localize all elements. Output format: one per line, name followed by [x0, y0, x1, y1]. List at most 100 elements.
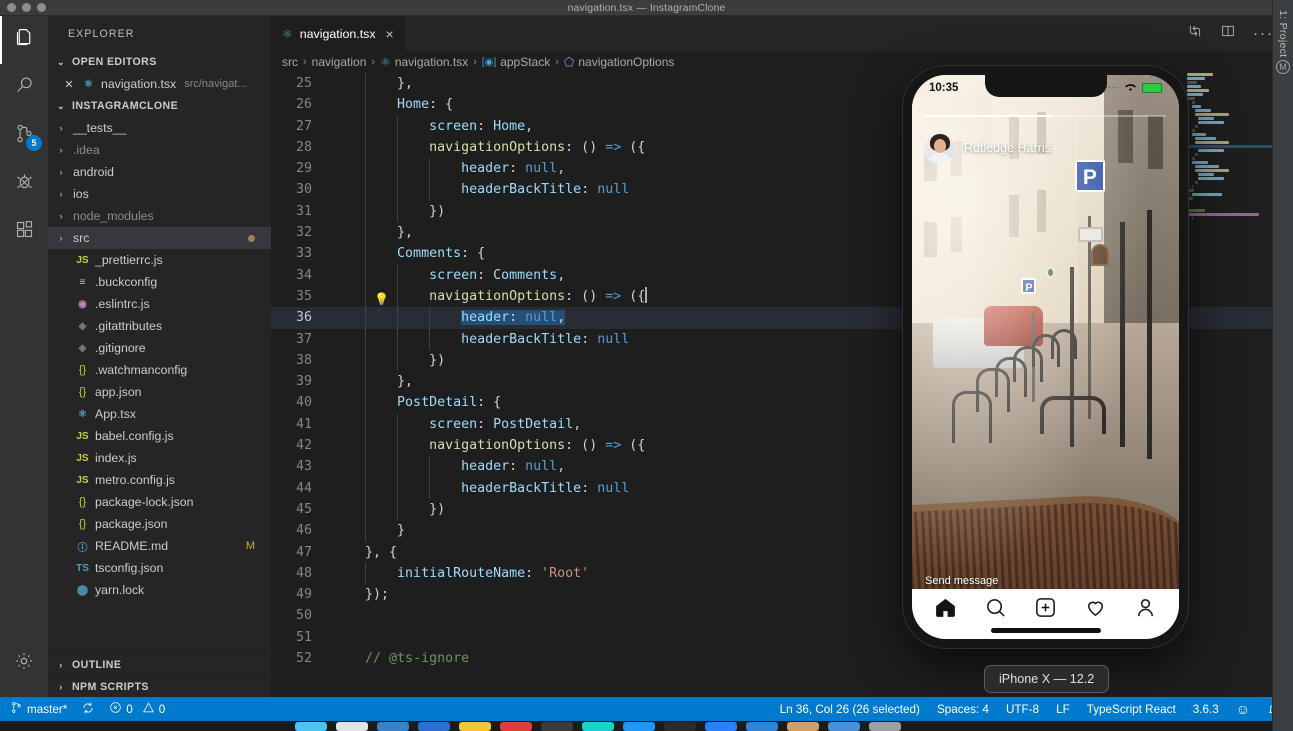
debug-icon — [14, 171, 35, 197]
send-message-input[interactable]: Send message — [925, 575, 998, 587]
dock-items[interactable] — [295, 722, 901, 731]
breadcrumb-item-navigationoptions[interactable]: ⬠navigationOptions — [564, 55, 675, 69]
breadcrumb-item-navigation[interactable]: navigation — [312, 55, 367, 69]
tree-item--idea[interactable]: ›.idea — [48, 139, 271, 161]
activity-bar-item-source-control[interactable]: 5 — [0, 112, 48, 160]
minimap-line — [1187, 97, 1195, 100]
tree-item-babel-config-js[interactable]: JSbabel.config.js — [48, 425, 271, 447]
avatar[interactable] — [925, 133, 955, 163]
person-icon[interactable] — [1134, 596, 1157, 624]
tree-item-android[interactable]: ›android — [48, 161, 271, 183]
dock-item[interactable] — [705, 722, 737, 731]
line-number: 45 — [271, 499, 333, 520]
minimap-line — [1192, 217, 1193, 220]
close-icon[interactable]: × — [386, 27, 394, 41]
tree-item--tests-[interactable]: ›__tests__ — [48, 117, 271, 139]
open-changes-icon[interactable] — [1187, 23, 1203, 44]
maven-icon[interactable]: M — [1276, 60, 1290, 74]
line-number: 47 — [271, 542, 333, 563]
indent-guide — [365, 329, 366, 350]
project-tool-label[interactable]: 1: Project — [1277, 10, 1289, 57]
status-eol[interactable]: LF — [1056, 703, 1070, 716]
dock-item[interactable] — [377, 722, 409, 731]
dock-item[interactable] — [295, 722, 327, 731]
open-editor-item[interactable]: ✕ ⚛ navigation.tsx src/navigat... — [48, 73, 271, 95]
tree-item-yarn-lock[interactable]: ⬤yarn.lock — [48, 579, 271, 601]
minimap[interactable] — [1183, 73, 1279, 673]
minimap-line — [1187, 85, 1201, 88]
section-project[interactable]: ⌄ INSTAGRAMCLONE — [48, 95, 271, 117]
tree-item--prettierrc-js[interactable]: JS_prettierrc.js — [48, 249, 271, 271]
tree-item-package-lock-json[interactable]: {}package-lock.json — [48, 491, 271, 513]
search-icon[interactable] — [984, 596, 1007, 624]
tree-item-index-js[interactable]: JSindex.js — [48, 447, 271, 469]
dock-item[interactable] — [746, 722, 778, 731]
feedback-smiley-icon[interactable]: ☺ — [1236, 701, 1250, 717]
code-line[interactable]: 52 // @ts-ignore — [271, 648, 1293, 669]
breadcrumb-item-appstack[interactable]: [◉]appStack — [482, 55, 550, 69]
tree-item-app-json[interactable]: {}app.json — [48, 381, 271, 403]
tree-item-readme-md[interactable]: ⓘREADME.mdM — [48, 535, 271, 557]
status-sync[interactable] — [81, 701, 95, 718]
code-line-text[interactable]: export default createAppContainer(create… — [333, 669, 1293, 673]
more-actions-icon[interactable]: ··· — [1253, 26, 1274, 41]
activity-bar-item-debug[interactable] — [0, 160, 48, 208]
dock-item[interactable] — [623, 722, 655, 731]
story-header[interactable]: Rutledge Harris — [925, 133, 1051, 163]
dock-item[interactable] — [828, 722, 860, 731]
tab-navigation-tsx[interactable]: ⚛ navigation.tsx × — [271, 16, 405, 51]
tree-item-src[interactable]: ›src — [48, 227, 271, 249]
status-branch[interactable]: master* — [10, 701, 67, 717]
tree-item--eslintrc-js[interactable]: ◉.eslintrc.js — [48, 293, 271, 315]
status-language-mode[interactable]: TypeScript React — [1087, 703, 1176, 716]
line-number: 40 — [271, 392, 333, 413]
activity-bar-item-search[interactable] — [0, 64, 48, 112]
tree-item--buckconfig[interactable]: ≡.buckconfig — [48, 271, 271, 293]
iphone-simulator[interactable]: P P 10 — [903, 66, 1188, 648]
tree-item-tsconfig-json[interactable]: TStsconfig.json — [48, 557, 271, 579]
status-cursor-position[interactable]: Ln 36, Col 26 (26 selected) — [780, 703, 920, 716]
status-problems[interactable]: 0 0 — [109, 701, 165, 717]
minimap-line — [1195, 165, 1219, 168]
dock-item[interactable] — [582, 722, 614, 731]
status-version[interactable]: 3.6.3 — [1193, 703, 1219, 716]
section-outline[interactable]: › OUTLINE — [48, 653, 271, 675]
split-editor-vertical-icon[interactable] — [1220, 23, 1236, 44]
section-npm-scripts[interactable]: › NPM SCRIPTS — [48, 675, 271, 697]
dock-item[interactable] — [869, 722, 901, 731]
code-line-text[interactable]: // @ts-ignore — [333, 648, 1293, 669]
plus-square-icon[interactable] — [1034, 596, 1057, 624]
dock-item[interactable] — [541, 722, 573, 731]
activity-bar-item-explorer[interactable] — [0, 16, 48, 64]
dock-item[interactable] — [500, 722, 532, 731]
tree-item--gitattributes[interactable]: ◈.gitattributes — [48, 315, 271, 337]
dock-item[interactable] — [336, 722, 368, 731]
status-indentation[interactable]: Spaces: 4 — [937, 703, 989, 716]
dock-item[interactable] — [664, 722, 696, 731]
heart-icon[interactable] — [1084, 596, 1107, 624]
tree-item-node-modules[interactable]: ›node_modules — [48, 205, 271, 227]
minimap-line — [1189, 213, 1259, 216]
tree-item--watchmanconfig[interactable]: {}.watchmanconfig — [48, 359, 271, 381]
tree-item-metro-config-js[interactable]: JS metro.config.js — [48, 469, 271, 491]
tree-item--gitignore[interactable]: ◈.gitignore — [48, 337, 271, 359]
status-encoding[interactable]: UTF-8 — [1006, 703, 1039, 716]
close-icon[interactable]: ✕ — [62, 78, 76, 91]
dock-item[interactable] — [787, 722, 819, 731]
simulator-screen[interactable]: P P 10 — [912, 75, 1179, 639]
section-open-editors[interactable]: ⌄ OPEN EDITORS — [48, 51, 271, 73]
dock-item[interactable] — [459, 722, 491, 731]
breadcrumb-item-src[interactable]: src — [282, 55, 298, 69]
code-line[interactable]: 53 export default createAppContainer(cre… — [271, 669, 1293, 673]
tree-item-app-tsx[interactable]: ⚛App.tsx — [48, 403, 271, 425]
tree-item-label: metro.config.js — [95, 473, 175, 487]
home-icon[interactable] — [934, 596, 957, 624]
line-number: 35 — [271, 286, 333, 307]
activity-bar-item-extensions[interactable] — [0, 208, 48, 256]
dock-item[interactable] — [418, 722, 450, 731]
js-icon: JS — [75, 475, 90, 486]
tree-item-ios[interactable]: ›ios — [48, 183, 271, 205]
tree-item-package-json[interactable]: {}package.json — [48, 513, 271, 535]
breadcrumb-item-navigation-tsx[interactable]: ⚛navigation.tsx — [380, 55, 468, 69]
activity-bar-item-manage[interactable] — [0, 639, 48, 687]
